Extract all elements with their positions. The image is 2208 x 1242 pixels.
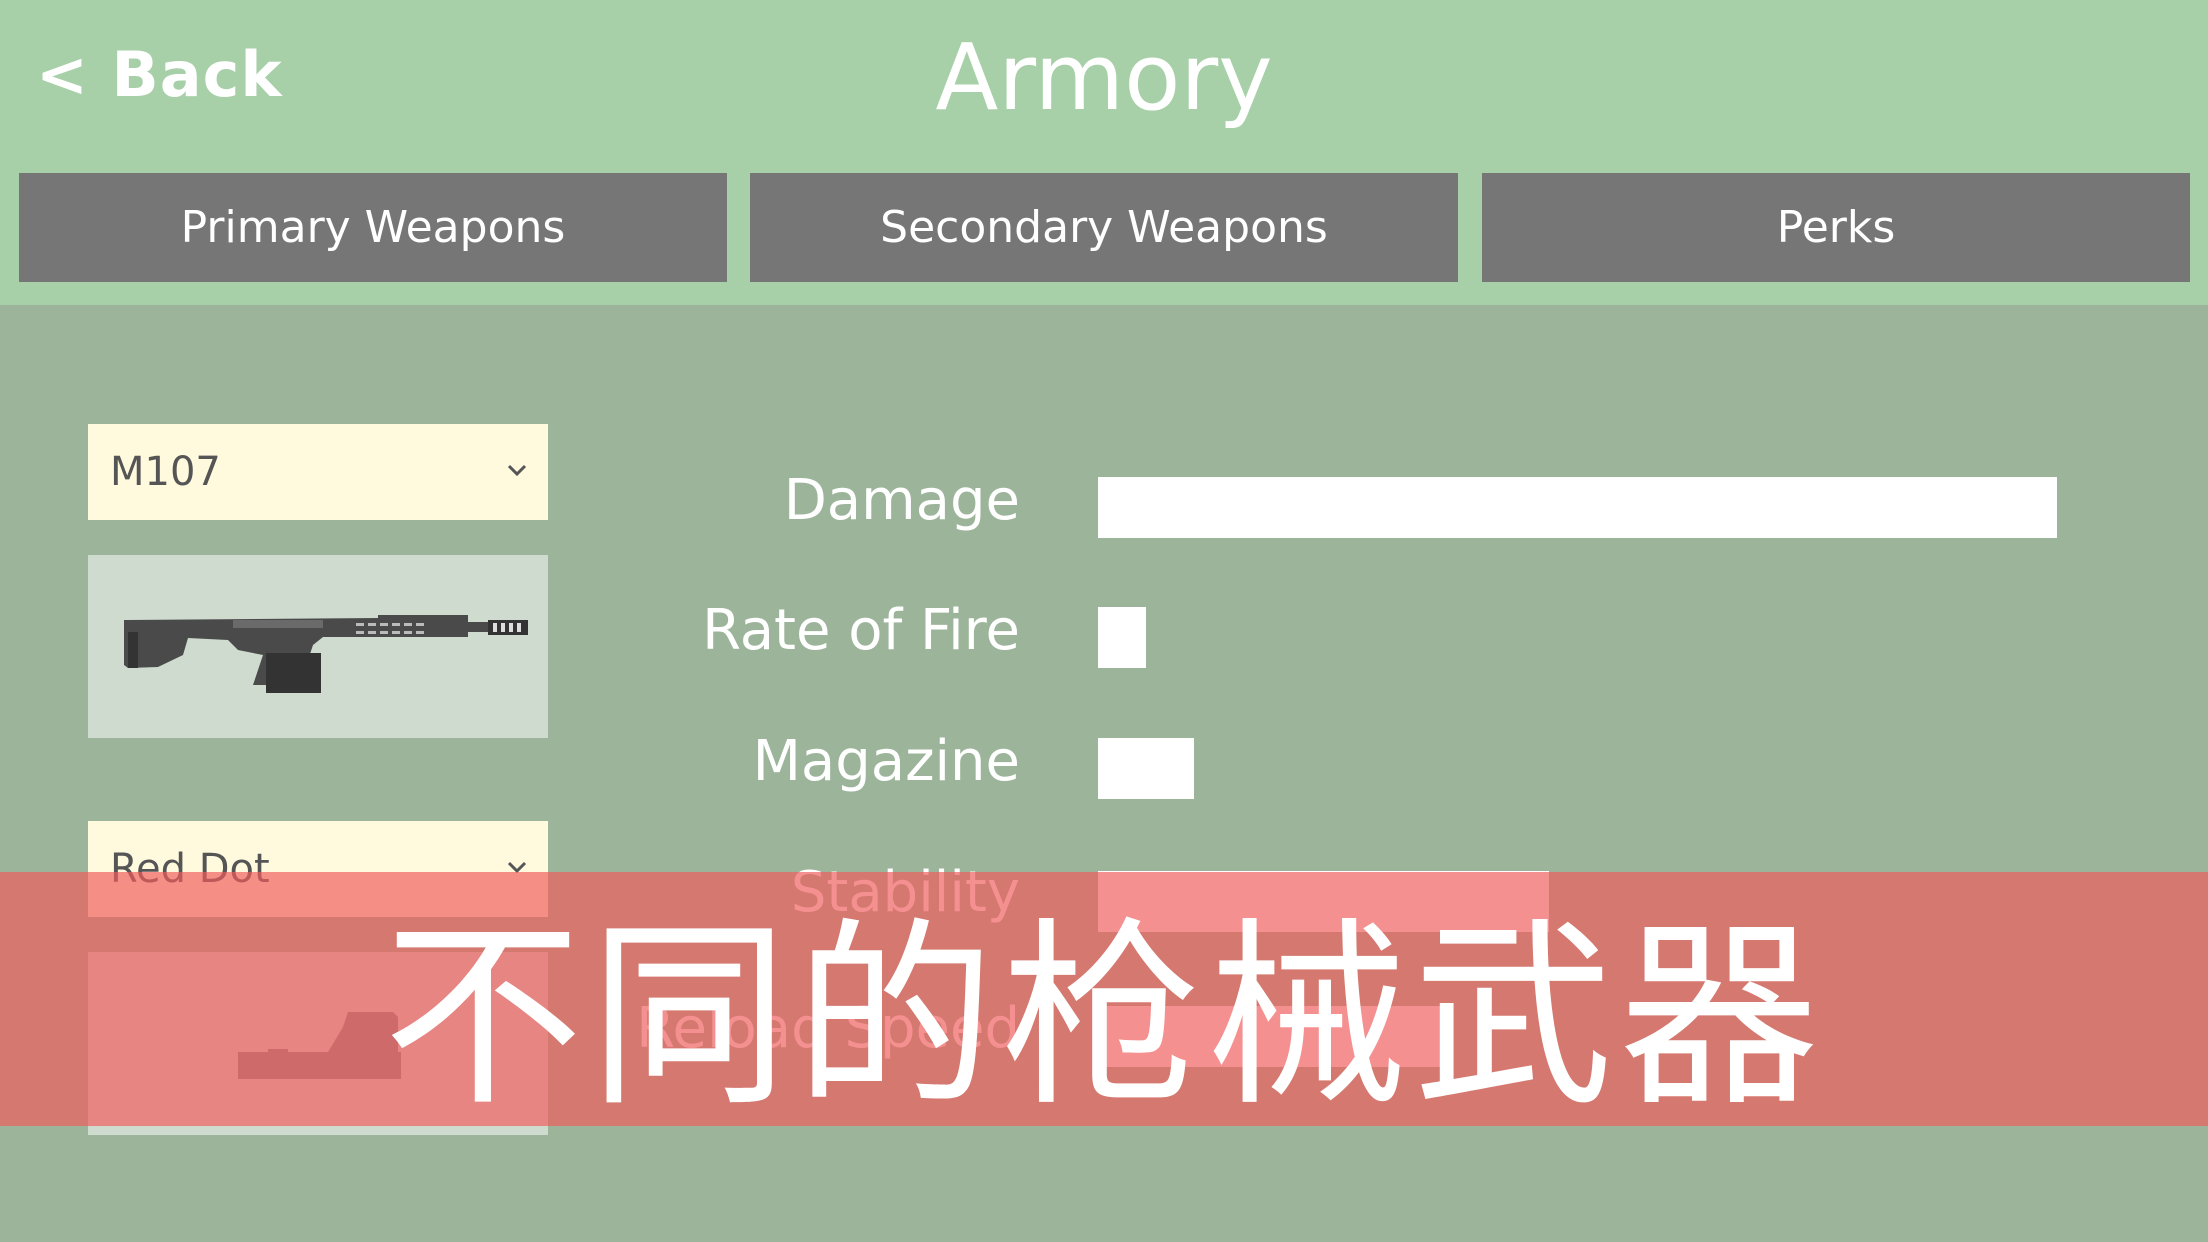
tab-primary-weapons[interactable]: Primary Weapons <box>19 173 727 282</box>
page-title: Armory <box>935 24 1273 131</box>
tab-perks[interactable]: Perks <box>1482 173 2190 282</box>
weapon-select[interactable]: M107 <box>88 424 548 520</box>
weapon-preview <box>88 555 548 738</box>
stat-label-rate-of-fire: Rate of Fire <box>702 598 1020 663</box>
tab-secondary-weapons[interactable]: Secondary Weapons <box>750 173 1458 282</box>
caption-text: 不同的枪械武器 <box>382 901 1825 1134</box>
sniper-rifle-icon <box>124 615 528 693</box>
weapon-select-value: M107 <box>110 449 221 495</box>
stat-label-magazine: Magazine <box>752 729 1020 794</box>
chevron-down-icon <box>506 450 528 485</box>
stat-bar-magazine <box>1098 738 1194 799</box>
stat-bar-damage <box>1098 477 2057 538</box>
header-bar: < Back Armory Primary Weapons Secondary … <box>0 0 2208 305</box>
stat-bar-rate-of-fire <box>1098 607 1146 668</box>
stat-label-damage: Damage <box>783 468 1020 533</box>
